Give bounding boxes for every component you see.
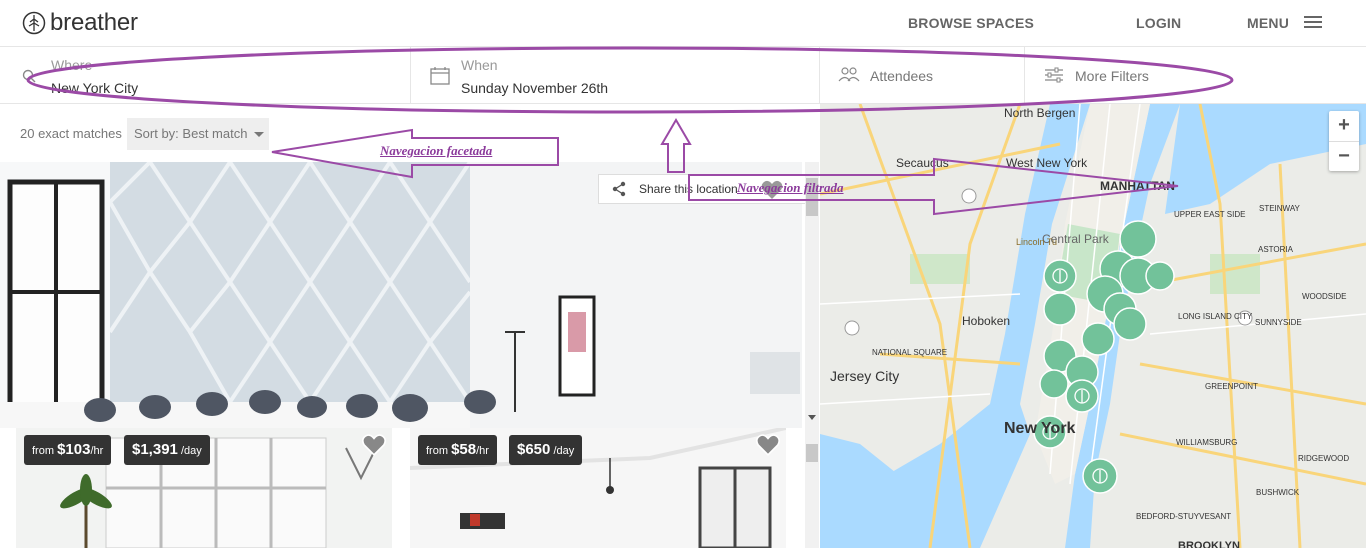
annotation-navegacion-filtrada: Navegacion filtrada <box>737 180 844 195</box>
annotation-overlay <box>26 46 1234 216</box>
annotation-navegacion-facetada: Navegacion facetada <box>380 143 493 158</box>
